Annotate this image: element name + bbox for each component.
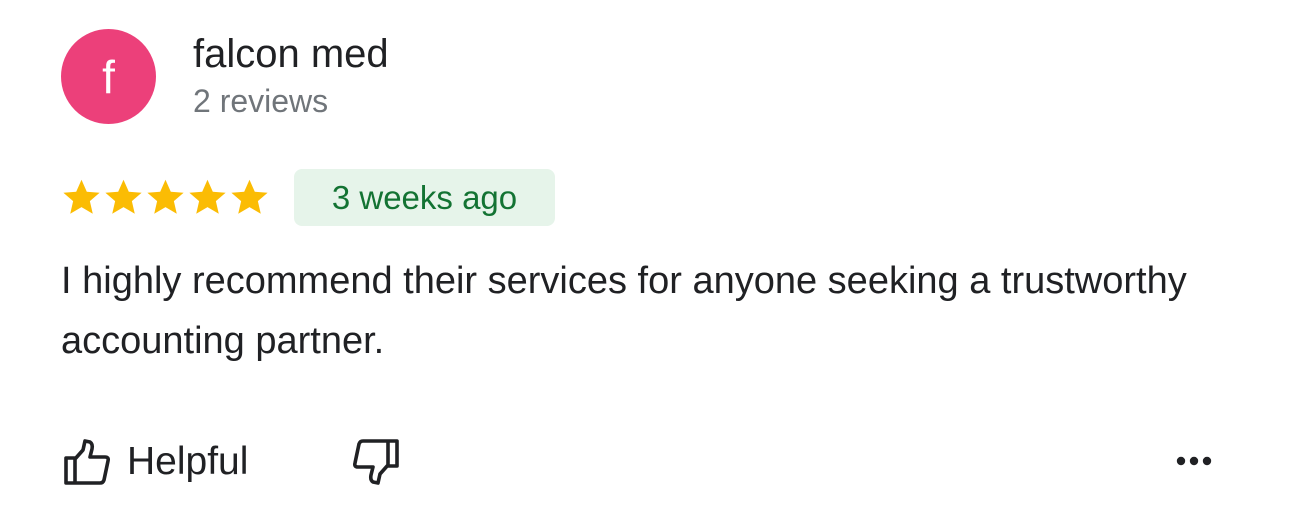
- helpful-button[interactable]: Helpful: [61, 433, 248, 491]
- star-icon: [63, 179, 100, 214]
- review-text: I highly recommend their services for an…: [61, 260, 1187, 362]
- time-label: 3 weeks ago: [331, 178, 518, 216]
- star-icon: [231, 179, 268, 214]
- author-name[interactable]: falcon med: [193, 31, 389, 77]
- not-helpful-button[interactable]: [348, 434, 404, 490]
- time-badge: 3 weeks ago: [294, 169, 555, 226]
- more-horizontal-icon: [1176, 456, 1212, 466]
- helpful-label: Helpful: [127, 440, 249, 483]
- star-rating: [61, 177, 270, 219]
- review-count: 2 reviews: [193, 83, 329, 119]
- avatar[interactable]: f: [61, 29, 156, 124]
- avatar-initial: f: [102, 50, 115, 103]
- thumb-up-icon: [64, 439, 110, 485]
- star-icon: [105, 179, 142, 214]
- star-icon: [147, 179, 184, 214]
- review-card: f falcon med 2 reviews 3 weeks ago I hig…: [0, 0, 1290, 512]
- star-icon: [189, 179, 226, 214]
- more-options-button[interactable]: [1170, 445, 1218, 477]
- thumb-down-icon: [353, 439, 399, 485]
